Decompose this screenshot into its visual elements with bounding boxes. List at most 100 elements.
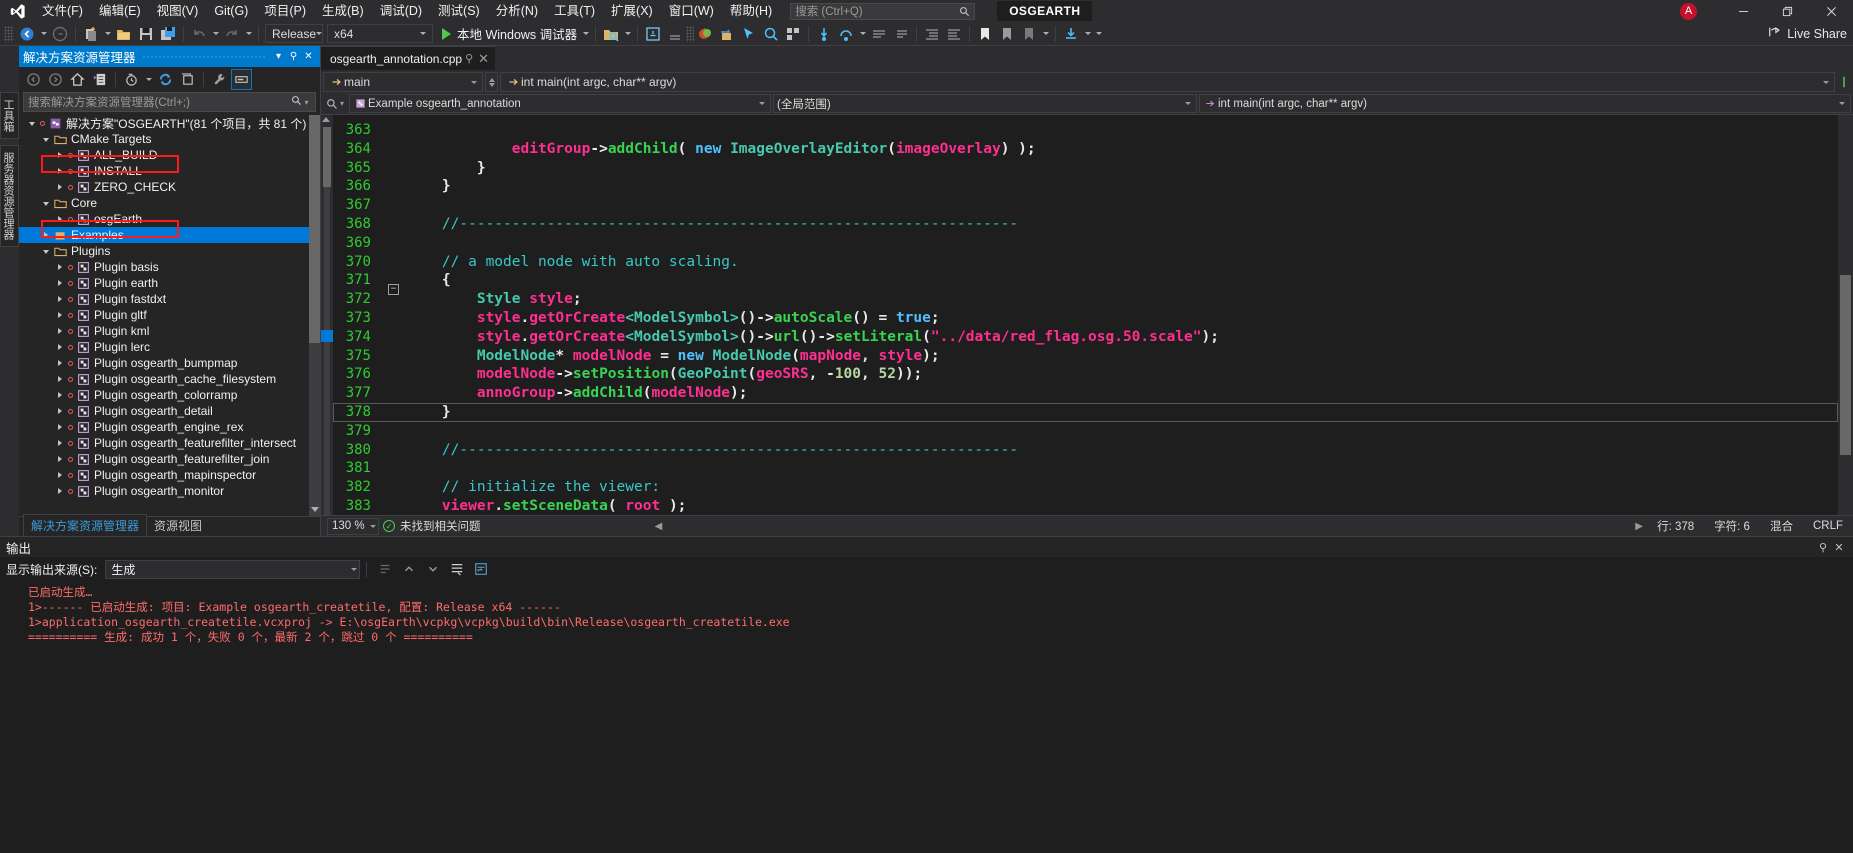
- attach-to-process-icon[interactable]: [600, 23, 622, 45]
- menu-test[interactable]: 测试(S): [430, 0, 488, 22]
- expander-open-icon[interactable]: [25, 115, 38, 131]
- tree-item-osgearth-81-81[interactable]: 解决方案"OSGEARTH"(81 个项目，共 81 个): [19, 115, 320, 131]
- solution-overview-icon[interactable]: [89, 69, 110, 90]
- expander-closed-icon[interactable]: [39, 227, 52, 243]
- code-line[interactable]: 363: [333, 121, 1838, 140]
- menu-tools[interactable]: 工具(T): [546, 0, 603, 22]
- scrollbar-thumb[interactable]: [309, 115, 320, 343]
- tree-item-install[interactable]: INSTALL: [19, 163, 320, 179]
- expander-closed-icon[interactable]: [53, 163, 66, 179]
- select-element-icon[interactable]: [738, 23, 760, 45]
- expander-closed-icon[interactable]: [53, 387, 66, 403]
- menu-file[interactable]: 文件(F): [34, 0, 91, 22]
- solution-tree[interactable]: 解决方案"OSGEARTH"(81 个项目，共 81 个) CMake Targe…: [19, 115, 320, 516]
- panel-menu-icon[interactable]: ▾: [271, 51, 286, 62]
- tree-item-plugin-osgearth-bumpmap[interactable]: Plugin osgearth_bumpmap: [19, 355, 320, 371]
- find-message-icon[interactable]: [375, 559, 395, 579]
- pending-changes-dropdown[interactable]: [143, 68, 154, 90]
- close-button[interactable]: [1809, 0, 1853, 22]
- attach-dropdown[interactable]: [622, 23, 633, 45]
- tree-item-plugin-earth[interactable]: Plugin earth: [19, 275, 320, 291]
- output-text[interactable]: 已启动生成… 1>------ 已启动生成: 项目: Example osgear…: [0, 581, 1853, 645]
- solution-explorer-search-input[interactable]: 搜索解决方案资源管理器(Ctrl+;) ▾: [23, 92, 316, 112]
- navigate-forward-icon[interactable]: [49, 23, 71, 45]
- code-line[interactable]: 380 //----------------------------------…: [333, 441, 1838, 460]
- pin-icon[interactable]: ⚲: [286, 51, 301, 62]
- tree-item-osgearth[interactable]: osgEarth: [19, 211, 320, 227]
- expander-closed-icon[interactable]: [53, 291, 66, 307]
- code-line[interactable]: 378 }: [333, 402, 1838, 422]
- undo-dropdown[interactable]: [210, 23, 221, 45]
- menu-analyze[interactable]: 分析(N): [488, 0, 546, 22]
- tree-item-plugin-osgearth-featurefilter-intersect[interactable]: Plugin osgearth_featurefilter_intersect: [19, 435, 320, 451]
- menu-edit[interactable]: 编辑(E): [91, 0, 149, 22]
- solution-tree-scrollbar[interactable]: [309, 115, 320, 516]
- code-line[interactable]: 376 modelNode->setPosition(GeoPoint(geoS…: [333, 365, 1838, 384]
- close-icon[interactable]: ✕: [301, 51, 316, 62]
- menu-build[interactable]: 生成(B): [314, 0, 372, 22]
- close-icon[interactable]: ✕: [476, 51, 491, 67]
- expander-closed-icon[interactable]: [53, 339, 66, 355]
- code-line[interactable]: 382 // initialize the viewer:: [333, 478, 1838, 497]
- save-all-icon[interactable]: [157, 23, 179, 45]
- tab-resource-view[interactable]: 资源视图: [147, 515, 209, 536]
- start-debugging-dropdown[interactable]: [580, 23, 591, 45]
- tree-item-plugin-kml[interactable]: Plugin kml: [19, 323, 320, 339]
- bookmark-icon[interactable]: [974, 23, 996, 45]
- menu-extensions[interactable]: 扩展(X): [603, 0, 661, 22]
- expander-open-icon[interactable]: [39, 195, 52, 211]
- step-into-icon[interactable]: [813, 23, 835, 45]
- undo-icon[interactable]: [188, 23, 210, 45]
- expander-closed-icon[interactable]: [53, 435, 66, 451]
- pending-changes-icon[interactable]: [121, 69, 142, 90]
- bookmark-grid-icon[interactable]: [782, 23, 804, 45]
- expander-closed-icon[interactable]: [53, 147, 66, 163]
- project-combo[interactable]: Example osgearth_annotation: [349, 94, 771, 113]
- tree-item-plugin-osgearth-mapinspector[interactable]: Plugin osgearth_mapinspector: [19, 467, 320, 483]
- expander-closed-icon[interactable]: [53, 467, 66, 483]
- live-visual-tree-icon[interactable]: [694, 23, 716, 45]
- forward-icon[interactable]: [45, 69, 66, 90]
- code-line[interactable]: 383 viewer.setSceneData( root );: [333, 497, 1838, 515]
- tree-item-plugin-osgearth-engine-rex[interactable]: Plugin osgearth_engine_rex: [19, 419, 320, 435]
- search-scope-icon[interactable]: ▾: [323, 98, 347, 110]
- expander-open-icon[interactable]: [39, 131, 52, 147]
- code-line[interactable]: 381: [333, 459, 1838, 478]
- step-dropdown[interactable]: [857, 23, 868, 45]
- code-line[interactable]: 372 Style style;: [333, 290, 1838, 309]
- menu-help[interactable]: 帮助(H): [722, 0, 780, 22]
- prev-bookmark-icon[interactable]: [1018, 23, 1040, 45]
- back-icon[interactable]: [23, 69, 44, 90]
- toolbar-more[interactable]: [1093, 23, 1104, 45]
- go-to-previous-icon[interactable]: [399, 559, 419, 579]
- toolbar-grip[interactable]: [4, 25, 14, 42]
- toolbar-grip-2[interactable]: [686, 25, 695, 42]
- tree-item-plugins[interactable]: Plugins: [19, 243, 320, 259]
- outdent-icon[interactable]: [943, 23, 965, 45]
- margin-scroll-thumb[interactable]: [323, 127, 331, 187]
- document-tab-osgearth-annotation[interactable]: osgearth_annotation.cpp ⚲ ✕: [321, 46, 496, 70]
- refresh-window-icon[interactable]: [716, 23, 738, 45]
- signature-combo[interactable]: int main(int argc, char** argv): [500, 72, 1835, 92]
- solution-configuration-combo[interactable]: Release: [265, 24, 323, 43]
- code-line[interactable]: 364 editGroup->addChild( new ImageOverla…: [333, 140, 1838, 159]
- tree-item-plugin-osgearth-cache-filesystem[interactable]: Plugin osgearth_cache_filesystem: [19, 371, 320, 387]
- editor-vertical-scrollbar[interactable]: [1838, 115, 1853, 515]
- new-project-icon[interactable]: [80, 23, 102, 45]
- clear-all-icon[interactable]: [447, 559, 467, 579]
- member-combo[interactable]: main: [323, 72, 483, 92]
- output-source-combo[interactable]: 生成: [105, 559, 361, 579]
- code-text[interactable]: 363 364 editGroup->addChild( new ImageOve…: [333, 115, 1838, 515]
- code-line[interactable]: 374 style.getOrCreate<ModelSymbol>()->ur…: [333, 328, 1838, 347]
- properties-icon[interactable]: [209, 69, 230, 90]
- show-properties-window-icon[interactable]: [231, 68, 252, 90]
- go-to-next-icon[interactable]: [423, 559, 443, 579]
- tree-item-core[interactable]: Core: [19, 195, 320, 211]
- code-line[interactable]: 373 style.getOrCreate<ModelSymbol>()->au…: [333, 309, 1838, 328]
- comment-icon[interactable]: [868, 23, 890, 45]
- code-line[interactable]: 369: [333, 234, 1838, 253]
- code-line[interactable]: 370 // a model node with auto scaling.: [333, 253, 1838, 272]
- expander-closed-icon[interactable]: [53, 419, 66, 435]
- expander-closed-icon[interactable]: [53, 259, 66, 275]
- solution-platform-combo[interactable]: x64: [327, 24, 433, 43]
